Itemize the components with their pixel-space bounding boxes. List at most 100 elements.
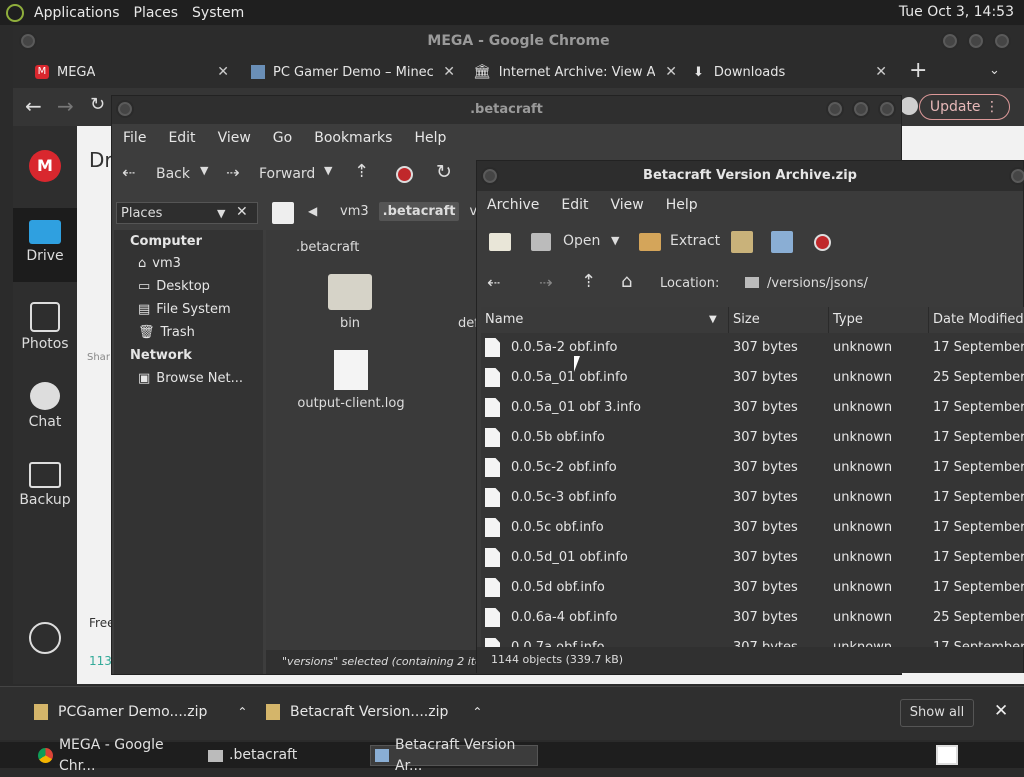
reload-icon[interactable]: ↻ bbox=[436, 161, 452, 183]
table-row[interactable]: 0.0.7a obf.info 307 bytes unknown 17 Septem… bbox=[481, 633, 1024, 647]
window-menu-button[interactable] bbox=[19, 32, 37, 50]
table-row[interactable]: 0.0.5a_01 obf.info 307 bytes unknown 25 Sep… bbox=[481, 363, 1024, 393]
sidebar-item-backup[interactable]: Backup bbox=[13, 462, 77, 508]
maximize-button[interactable] bbox=[852, 100, 870, 118]
show-all-button[interactable]: Show all bbox=[900, 699, 974, 727]
table-row[interactable]: 0.0.5a-2 obf.info 307 bytes unknown 17 Sept… bbox=[481, 333, 1024, 363]
table-row[interactable]: 0.0.5c-2 obf.info 307 bytes unknown 17 Sept… bbox=[481, 453, 1024, 483]
breadcrumb-betacraft[interactable]: .betacraft bbox=[378, 202, 460, 221]
sidebar-item-photos[interactable]: Photos bbox=[13, 302, 77, 352]
breadcrumb-vm3[interactable]: vm3 bbox=[336, 202, 373, 221]
menu-help[interactable]: Help bbox=[414, 130, 446, 146]
table-row[interactable]: 0.0.6a-4 obf.info 307 bytes unknown 25 Sept… bbox=[481, 603, 1024, 633]
open-button[interactable]: Open bbox=[563, 233, 600, 249]
sidebar-item-desktop[interactable]: ▭ Desktop bbox=[138, 279, 210, 294]
minimize-button[interactable] bbox=[826, 100, 844, 118]
column-header-name[interactable]: Name ▼ bbox=[481, 307, 729, 333]
back-arrow-icon[interactable]: ⇠ bbox=[122, 163, 135, 182]
sidebar-item-vm3[interactable]: ⌂ vm3 bbox=[138, 256, 181, 271]
file-item-output-log[interactable]: output-client.log bbox=[296, 350, 406, 411]
sidebar-item-trash[interactable]: 🗑 Trash bbox=[138, 325, 195, 340]
tab-close-icon[interactable]: ✕ bbox=[443, 64, 455, 80]
sidebar-item-filesystem[interactable]: ▤ File System bbox=[138, 302, 231, 317]
back-arrow-icon[interactable]: ← bbox=[25, 94, 42, 118]
tab-close-icon[interactable]: ✕ bbox=[665, 64, 677, 80]
sidebar-item-drive[interactable]: Drive bbox=[13, 208, 77, 282]
extract-icon[interactable] bbox=[639, 233, 661, 251]
up-arrow-icon[interactable]: ⇡ bbox=[354, 161, 369, 182]
location-path[interactable]: /versions/jsons/ bbox=[767, 276, 868, 291]
close-button[interactable] bbox=[878, 100, 896, 118]
forward-button[interactable]: Forward bbox=[259, 166, 315, 182]
clock[interactable]: Tue Oct 3, 14:53 bbox=[899, 4, 1014, 20]
back-dropdown-icon[interactable]: ▼ bbox=[200, 164, 208, 177]
tab-close-icon[interactable]: ✕ bbox=[875, 64, 887, 80]
up-arrow-icon[interactable]: ⇡ bbox=[581, 271, 596, 292]
open-dropdown-icon[interactable]: ▼ bbox=[611, 234, 619, 247]
menu-edit[interactable]: Edit bbox=[168, 130, 195, 146]
menu-view[interactable]: View bbox=[611, 197, 644, 213]
menu-file[interactable]: File bbox=[123, 130, 146, 146]
table-row[interactable]: 0.0.5c obf.info 307 bytes unknown 17 Septem… bbox=[481, 513, 1024, 543]
column-header-date[interactable]: Date Modified bbox=[929, 307, 1024, 333]
minimize-button[interactable] bbox=[941, 32, 959, 50]
sidebar-item-browse-network[interactable]: ▣ Browse Net... bbox=[138, 371, 243, 386]
tab-pcgamer[interactable]: PC Gamer Demo – Minecra ✕ bbox=[243, 56, 465, 88]
window-menu-button[interactable] bbox=[116, 100, 134, 118]
taskbar-item-betacraft[interactable]: .betacraft bbox=[204, 745, 370, 766]
reload-icon[interactable]: ↻ bbox=[90, 94, 105, 115]
tab-search-chevron-icon[interactable]: ⌄ bbox=[989, 63, 1000, 78]
tab-mega[interactable]: M MEGA ✕ bbox=[21, 56, 239, 88]
maximize-button[interactable] bbox=[967, 32, 985, 50]
download-item[interactable]: PCGamer Demo....zip ⌃ bbox=[34, 704, 247, 720]
column-header-type[interactable]: Type bbox=[829, 307, 929, 333]
chevron-up-icon[interactable]: ⌃ bbox=[472, 705, 482, 719]
table-row[interactable]: 0.0.5a_01 obf 3.info 307 bytes unknown 17 S… bbox=[481, 393, 1024, 423]
file-item-bin[interactable]: bin bbox=[306, 274, 394, 331]
close-sidebar-icon[interactable]: ✕ bbox=[236, 204, 248, 220]
add-files-icon[interactable] bbox=[731, 231, 753, 253]
download-item[interactable]: Betacraft Version....zip ⌃ bbox=[266, 704, 482, 720]
menu-archive[interactable]: Archive bbox=[487, 197, 539, 213]
tab-downloads[interactable]: ⬇ Downloads ✕ bbox=[687, 56, 897, 88]
menu-go[interactable]: Go bbox=[273, 130, 292, 146]
table-row[interactable]: 0.0.5d obf.info 307 bytes unknown 17 Septem… bbox=[481, 573, 1024, 603]
back-arrow-icon[interactable]: ⇠ bbox=[487, 273, 500, 292]
open-archive-icon[interactable] bbox=[531, 233, 551, 251]
table-row[interactable]: 0.0.5c-3 obf.info 307 bytes unknown 17 Sept… bbox=[481, 483, 1024, 513]
column-header-size[interactable]: Size bbox=[729, 307, 829, 333]
workspace-switcher-icon[interactable] bbox=[936, 745, 958, 765]
stop-icon[interactable] bbox=[396, 166, 413, 183]
breadcrumb-left-icon[interactable]: ◀ bbox=[308, 204, 317, 218]
forward-arrow-icon[interactable]: ⇢ bbox=[226, 163, 239, 182]
stop-icon[interactable] bbox=[814, 234, 831, 251]
table-row[interactable]: 0.0.5b obf.info 307 bytes unknown 17 Septem… bbox=[481, 423, 1024, 453]
minimize-button[interactable] bbox=[1009, 167, 1024, 185]
menu-applications[interactable]: Applications bbox=[34, 5, 120, 21]
profile-avatar-icon[interactable] bbox=[900, 97, 918, 115]
sidebar-item-chat[interactable]: Chat bbox=[13, 382, 77, 430]
transfer-status-icon[interactable] bbox=[29, 622, 61, 654]
close-button[interactable] bbox=[993, 32, 1011, 50]
taskbar-item-archive[interactable]: Betacraft Version Ar... bbox=[370, 737, 538, 774]
menu-system[interactable]: System bbox=[192, 5, 244, 21]
chevron-up-icon[interactable]: ⌃ bbox=[237, 705, 247, 719]
back-button[interactable]: Back bbox=[156, 166, 190, 182]
menu-bookmarks[interactable]: Bookmarks bbox=[314, 130, 392, 146]
window-menu-button[interactable] bbox=[481, 167, 499, 185]
menu-view[interactable]: View bbox=[218, 130, 251, 146]
table-row[interactable]: 0.0.5d_01 obf.info 307 bytes unknown 17 Sep… bbox=[481, 543, 1024, 573]
system-logo-icon[interactable] bbox=[6, 3, 24, 22]
edit-location-icon[interactable] bbox=[272, 202, 294, 224]
forward-arrow-icon[interactable]: → bbox=[57, 94, 74, 118]
new-archive-icon[interactable] bbox=[489, 233, 511, 251]
new-tab-plus-icon[interactable]: + bbox=[909, 58, 927, 83]
close-downloads-bar-icon[interactable]: ✕ bbox=[994, 701, 1008, 721]
tab-internet-archive[interactable]: 🏛 Internet Archive: View Arch ✕ bbox=[465, 56, 687, 88]
menu-edit[interactable]: Edit bbox=[561, 197, 588, 213]
tab-close-icon[interactable]: ✕ bbox=[217, 64, 229, 80]
forward-dropdown-icon[interactable]: ▼ bbox=[324, 164, 332, 177]
mega-logo-icon[interactable]: M bbox=[29, 150, 61, 182]
update-button[interactable]: Update ⋮ bbox=[918, 94, 1010, 120]
extract-button[interactable]: Extract bbox=[670, 233, 720, 249]
